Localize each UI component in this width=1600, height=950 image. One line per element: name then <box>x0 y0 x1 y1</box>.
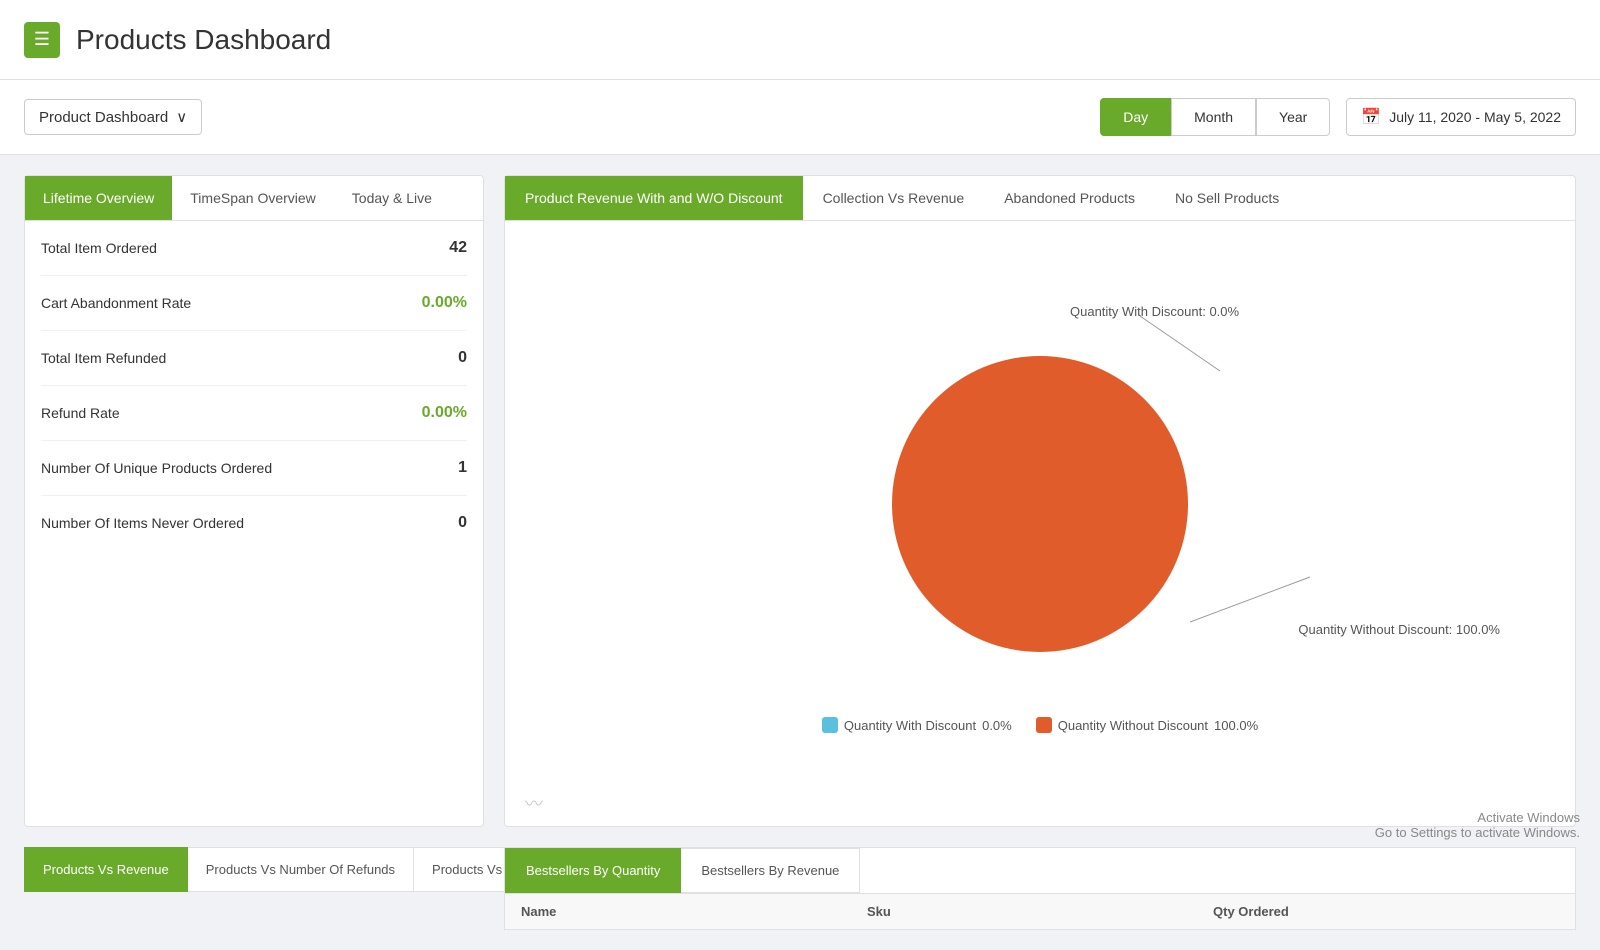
bottom-right-panel: Bestsellers By Quantity Bestsellers By R… <box>504 847 1576 930</box>
stat-label: Number Of Unique Products Ordered <box>41 460 272 476</box>
stats-list: Total Item Ordered 42 Cart Abandonment R… <box>25 221 483 826</box>
chart-line-top <box>1140 316 1260 376</box>
stat-total-refunded: Total Item Refunded 0 <box>41 331 467 386</box>
stat-never-ordered: Number Of Items Never Ordered 0 <box>41 496 467 550</box>
stat-label: Number Of Items Never Ordered <box>41 515 244 531</box>
app-title: Products Dashboard <box>76 24 331 56</box>
bestsellers-tab-revenue[interactable]: Bestsellers By Revenue <box>681 848 860 893</box>
calendar-icon: 📅 <box>1361 107 1381 127</box>
stat-value: 42 <box>449 239 467 257</box>
tab-timespan-overview[interactable]: TimeSpan Overview <box>172 176 334 220</box>
bottom-left-panel: Products Vs Revenue Products Vs Number O… <box>24 847 484 930</box>
stat-value: 0 <box>458 514 467 532</box>
legend-without-discount: Quantity Without Discount 100.0% <box>1036 717 1258 733</box>
stat-value: 0.00% <box>422 294 467 312</box>
stat-value: 1 <box>458 459 467 477</box>
dashboard-selector-label: Product Dashboard <box>39 109 168 126</box>
scroll-hint-icon: 〰 <box>525 790 543 816</box>
toolbar: Product Dashboard ∨ Day Month Year 📅 Jul… <box>0 80 1600 155</box>
chart-area: Quantity With Discount: 0.0% Quantity Wi… <box>505 221 1575 826</box>
bottom-section: Products Vs Revenue Products Vs Number O… <box>0 847 1600 950</box>
col-name: Name <box>521 904 867 919</box>
date-range-picker[interactable]: 📅 July 11, 2020 - May 5, 2022 <box>1346 98 1576 136</box>
time-btn-month[interactable]: Month <box>1171 98 1256 136</box>
right-panel: Product Revenue With and W/O Discount Co… <box>504 175 1576 827</box>
bottom-left-tabs: Products Vs Revenue Products Vs Number O… <box>24 847 484 892</box>
app-header: ☰ Products Dashboard <box>0 0 1600 80</box>
stat-label: Refund Rate <box>41 405 120 421</box>
chart-legend: Quantity With Discount 0.0% Quantity Wit… <box>822 717 1258 733</box>
tab-abandoned-products[interactable]: Abandoned Products <box>984 176 1155 220</box>
dashboard-selector[interactable]: Product Dashboard ∨ <box>24 99 202 135</box>
legend-value: 0.0% <box>982 718 1012 733</box>
time-btn-day[interactable]: Day <box>1100 98 1171 136</box>
right-tabs: Product Revenue With and W/O Discount Co… <box>505 176 1575 221</box>
chart-line-bottom <box>1190 567 1350 627</box>
stat-label: Total Item Refunded <box>41 350 166 366</box>
left-tabs: Lifetime Overview TimeSpan Overview Toda… <box>25 176 483 221</box>
main-content: Lifetime Overview TimeSpan Overview Toda… <box>0 155 1600 847</box>
legend-with-discount: Quantity With Discount 0.0% <box>822 717 1012 733</box>
legend-value: 100.0% <box>1214 718 1258 733</box>
date-range-label: July 11, 2020 - May 5, 2022 <box>1389 109 1561 125</box>
bestsellers-tabs: Bestsellers By Quantity Bestsellers By R… <box>505 848 1575 893</box>
stat-value: 0.00% <box>422 404 467 422</box>
col-sku: Sku <box>867 904 1213 919</box>
pie-chart <box>890 354 1190 654</box>
legend-label: Quantity Without Discount <box>1058 718 1208 733</box>
table-header: Name Sku Qty Ordered <box>505 893 1575 929</box>
stat-label: Cart Abandonment Rate <box>41 295 191 311</box>
time-controls: Day Month Year 📅 July 11, 2020 - May 5, … <box>1100 98 1576 136</box>
stat-refund-rate: Refund Rate 0.00% <box>41 386 467 441</box>
bestsellers-panel: Bestsellers By Quantity Bestsellers By R… <box>504 847 1576 930</box>
legend-dot-orange <box>1036 717 1052 733</box>
stat-cart-abandonment: Cart Abandonment Rate 0.00% <box>41 276 467 331</box>
tab-collection-revenue[interactable]: Collection Vs Revenue <box>803 176 985 220</box>
tab-today-live[interactable]: Today & Live <box>334 176 450 220</box>
menu-icon[interactable]: ☰ <box>24 22 60 58</box>
bestsellers-tab-quantity[interactable]: Bestsellers By Quantity <box>505 848 681 893</box>
legend-label: Quantity With Discount <box>844 718 976 733</box>
bottom-tab-revenue[interactable]: Products Vs Revenue <box>24 847 188 892</box>
time-btn-year[interactable]: Year <box>1256 98 1330 136</box>
chevron-down-icon: ∨ <box>176 108 187 126</box>
col-qty: Qty Ordered <box>1213 904 1559 919</box>
chart-label-without-discount: Quantity Without Discount: 100.0% <box>1298 622 1500 637</box>
legend-dot-blue <box>822 717 838 733</box>
stat-value: 0 <box>458 349 467 367</box>
tab-no-sell-products[interactable]: No Sell Products <box>1155 176 1299 220</box>
left-panel: Lifetime Overview TimeSpan Overview Toda… <box>24 175 484 827</box>
bottom-tab-refunds[interactable]: Products Vs Number Of Refunds <box>188 847 414 892</box>
stat-label: Total Item Ordered <box>41 240 157 256</box>
stat-total-item-ordered: Total Item Ordered 42 <box>41 221 467 276</box>
tab-lifetime-overview[interactable]: Lifetime Overview <box>25 176 172 220</box>
stat-unique-products: Number Of Unique Products Ordered 1 <box>41 441 467 496</box>
tab-product-revenue[interactable]: Product Revenue With and W/O Discount <box>505 176 803 220</box>
